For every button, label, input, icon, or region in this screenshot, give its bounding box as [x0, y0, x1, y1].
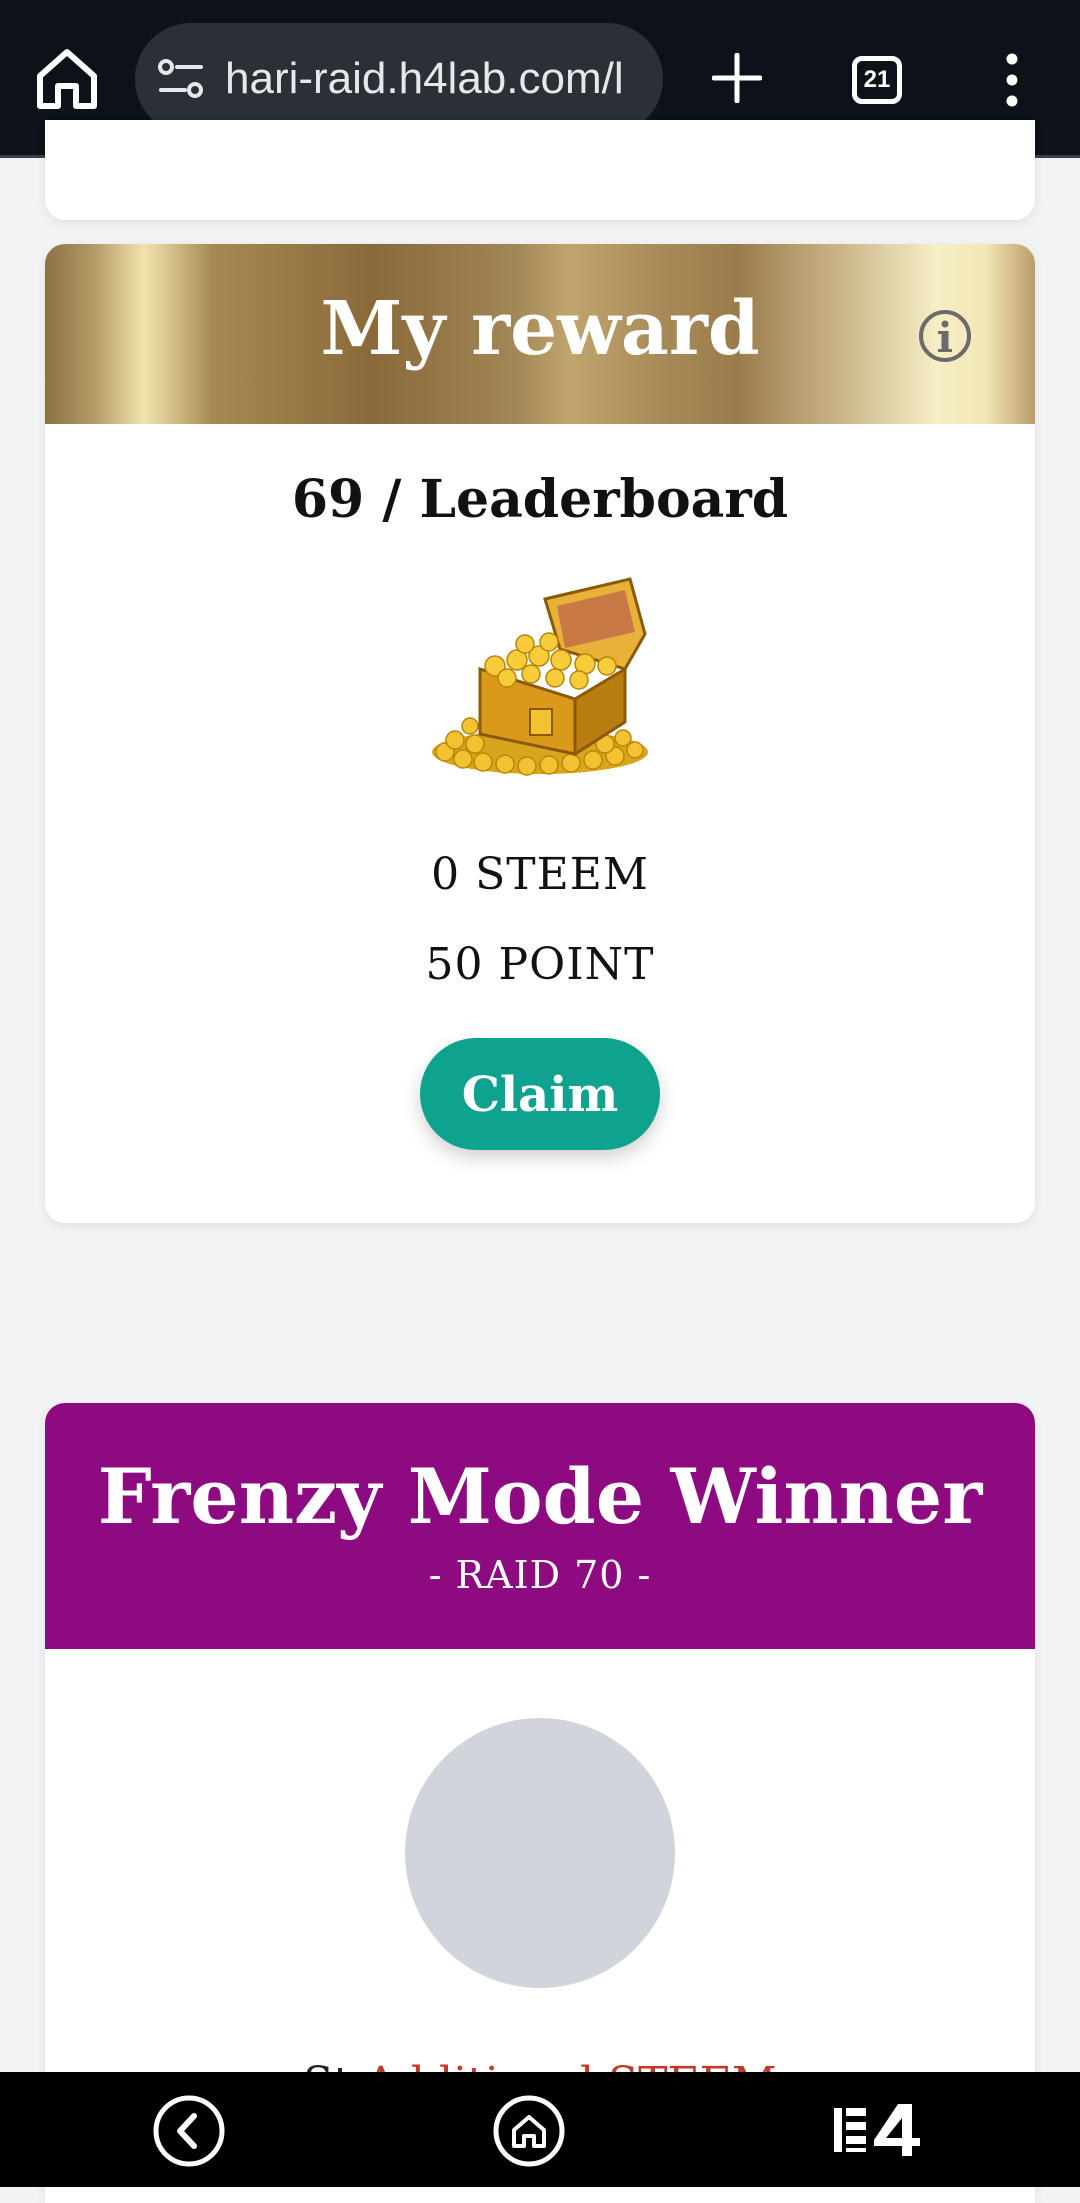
tab-count: 21	[863, 66, 891, 93]
back-icon[interactable]	[152, 2094, 226, 2168]
frenzy-subtitle: - RAID 70 -	[428, 1553, 652, 1597]
frenzy-title: Frenzy Mode Winner	[97, 1452, 983, 1541]
home-nav-icon[interactable]	[492, 2094, 566, 2168]
url-bar[interactable]: hari-raid.h4lab.com/l	[135, 23, 663, 135]
h4-app-icon[interactable]	[830, 2100, 930, 2160]
reward-title: My reward	[320, 286, 760, 372]
info-icon[interactable]	[917, 308, 973, 364]
my-reward-card: My reward 69 / Leaderboard 0 STEEM 50 PO…	[45, 244, 1035, 1223]
system-nav-bar	[0, 2072, 1080, 2187]
url-text[interactable]: hari-raid.h4lab.com/l	[225, 53, 655, 105]
previous-card	[45, 120, 1035, 220]
leaderboard-rank: 69 / Leaderboard	[291, 469, 789, 530]
frenzy-header: Frenzy Mode Winner - RAID 70 -	[45, 1403, 1035, 1649]
treasure-chest-icon	[432, 577, 648, 776]
point-reward: 50 POINT	[425, 939, 655, 990]
winner-avatar	[405, 1718, 675, 1988]
more-menu-icon[interactable]	[998, 52, 1026, 108]
tab-switcher-icon[interactable]: 21	[852, 56, 902, 104]
reward-header: My reward	[45, 244, 1035, 424]
home-icon[interactable]	[30, 42, 104, 116]
site-settings-icon[interactable]	[157, 58, 205, 100]
steem-reward: 0 STEEM	[431, 849, 649, 900]
plus-icon[interactable]	[712, 53, 762, 103]
claim-button[interactable]: Claim	[420, 1038, 660, 1150]
